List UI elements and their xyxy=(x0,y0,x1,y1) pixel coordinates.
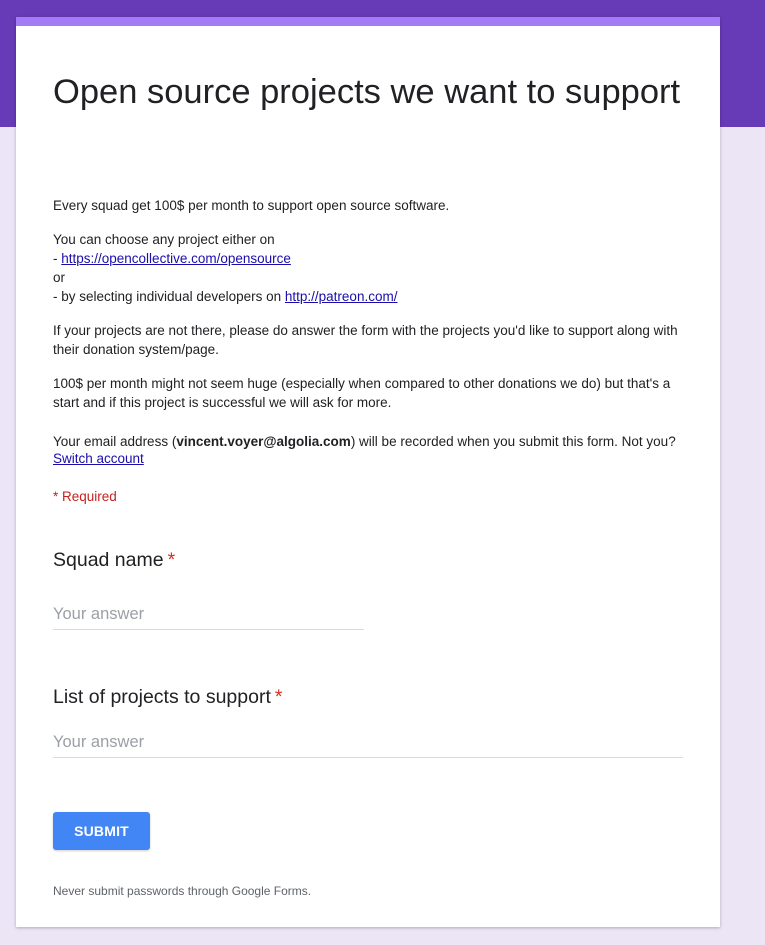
form-title: Open source projects we want to support xyxy=(53,73,681,111)
submit-button[interactable]: SUBMIT xyxy=(53,812,150,850)
question-label: List of projects to support xyxy=(53,686,271,708)
required-star: * xyxy=(167,549,176,571)
description-not-listed: If your projects are not there, please d… xyxy=(53,323,678,357)
description-budget-note: 100$ per month might not seem huge (espe… xyxy=(53,376,671,410)
dash-1: - xyxy=(53,251,62,266)
email-notice-prefix: Your email address ( xyxy=(53,434,177,449)
opencollective-link[interactable]: https://opencollective.com/opensource xyxy=(61,251,291,266)
switch-account-link[interactable]: Switch account xyxy=(53,451,144,466)
description-choose: You can choose any project either on - h… xyxy=(53,230,678,306)
email-notice-suffix: ) will be recorded when you submit this … xyxy=(350,434,676,449)
question-squad-name: Squad name * xyxy=(53,549,175,572)
projects-list-input[interactable] xyxy=(53,731,683,758)
choose-intro: You can choose any project either on xyxy=(53,232,275,247)
description-line-budget: Every squad get 100$ per month to suppor… xyxy=(53,198,450,213)
email-notice: Your email address (vincent.voyer@algoli… xyxy=(53,433,678,467)
squad-name-input[interactable] xyxy=(53,603,364,630)
question-label: Squad name xyxy=(53,549,164,571)
form-description: Every squad get 100$ per month to suppor… xyxy=(53,196,678,427)
question-projects-list: List of projects to support * xyxy=(53,686,282,709)
required-note: * Required xyxy=(53,489,117,504)
user-email: vincent.voyer@algolia.com xyxy=(176,434,351,449)
patreon-link[interactable]: http://patreon.com/ xyxy=(285,289,398,304)
required-star: * xyxy=(274,686,283,708)
or-text: or xyxy=(53,270,66,285)
password-warning: Never submit passwords through Google Fo… xyxy=(53,884,312,898)
patreon-intro: - by selecting individual developers on xyxy=(53,289,285,304)
form-card: Open source projects we want to support … xyxy=(16,17,720,927)
